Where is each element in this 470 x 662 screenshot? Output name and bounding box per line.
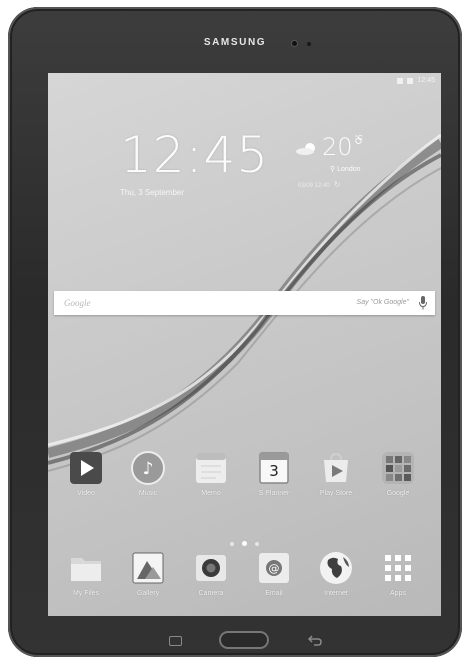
svg-text:♪: ♪ — [143, 459, 154, 479]
page-dot-active[interactable] — [242, 541, 247, 546]
app-camera[interactable]: Camera — [181, 551, 241, 597]
page-dot[interactable] — [230, 542, 234, 546]
temperature-unit: °C — [355, 135, 363, 142]
app-memo[interactable]: Memo — [181, 451, 241, 497]
location-name: London — [337, 166, 361, 173]
app-label-google: Google — [386, 490, 410, 497]
battery-icon — [407, 77, 414, 84]
app-label-memo: Memo — [201, 490, 221, 497]
home-button[interactable] — [219, 631, 269, 649]
microphone-icon[interactable] — [419, 296, 427, 310]
app-label-internet: Internet — [324, 590, 348, 597]
app-label-gallery: Gallery — [136, 590, 160, 597]
app-gallery[interactable]: Gallery — [118, 551, 178, 597]
voice-search-hint: Say "Ok Google" — [356, 299, 409, 306]
google-search-bar[interactable]: Google Say "Ok Google" — [54, 291, 435, 315]
weather-location: ⚲ London — [330, 165, 361, 173]
app-label-camera: Camera — [198, 590, 224, 597]
app-label-music: Music — [138, 490, 158, 497]
folder-icon — [69, 551, 103, 585]
google-folder-icon — [381, 451, 415, 485]
update-time-label: 03/09 12:40 — [298, 183, 330, 189]
light-sensor — [307, 42, 311, 46]
front-camera — [292, 41, 297, 46]
app-internet[interactable]: Internet — [306, 551, 366, 597]
app-label-email: Email — [265, 590, 283, 597]
tablet-frame: SAMSUNG 12:45 12:45 Thu, 3 September 20°… — [8, 7, 462, 657]
refresh-icon[interactable]: ↻ — [334, 180, 341, 189]
app-play-store[interactable]: Play Store — [306, 451, 366, 497]
music-icon: ♪ — [131, 451, 165, 485]
app-music[interactable]: ♪ Music — [118, 451, 178, 497]
app-s-planner[interactable]: 3 S Planner — [244, 451, 304, 497]
gallery-icon — [131, 551, 165, 585]
app-video[interactable]: Video — [56, 451, 116, 497]
app-label-play-store: Play Store — [319, 490, 353, 497]
apps-grid-icon — [381, 551, 415, 585]
svg-text:@: @ — [269, 562, 280, 575]
google-logo: Google — [64, 298, 91, 308]
page-indicator — [48, 533, 441, 551]
email-icon: @ — [257, 551, 291, 585]
video-icon — [69, 451, 103, 485]
camera-icon — [194, 551, 228, 585]
app-label-s-planner: S Planner — [258, 490, 290, 497]
app-label-video: Video — [77, 490, 95, 497]
calendar-day: 3 — [269, 462, 279, 480]
play-store-icon — [319, 451, 353, 485]
partly-cloudy-icon — [296, 143, 315, 155]
status-time: 12:45 — [417, 77, 435, 84]
app-my-files[interactable]: My Files — [56, 551, 116, 597]
clock-widget[interactable]: 12:45 — [120, 126, 269, 184]
globe-icon — [319, 551, 353, 585]
location-pin-icon: ⚲ — [330, 166, 336, 173]
brand-logo: SAMSUNG — [203, 37, 267, 48]
memo-icon — [194, 451, 228, 485]
calendar-icon: 3 — [257, 451, 291, 485]
app-google-folder[interactable]: Google — [368, 451, 428, 497]
app-email[interactable]: @ Email — [244, 551, 304, 597]
app-apps[interactable]: Apps — [368, 551, 428, 597]
weather-updated: 03/09 12:40 ↻ — [298, 180, 340, 189]
app-label-my-files: My Files — [72, 590, 100, 597]
wifi-icon — [397, 77, 404, 84]
status-bar: 12:45 — [397, 77, 435, 84]
page-dot[interactable] — [255, 542, 259, 546]
date-label: Thu, 3 September — [120, 188, 185, 197]
recent-apps-icon[interactable] — [169, 636, 182, 646]
app-label-apps: Apps — [390, 590, 406, 597]
back-icon[interactable] — [308, 634, 322, 646]
hardware-nav-bar — [8, 627, 462, 657]
home-screen: 12:45 12:45 Thu, 3 September 20° °C ⚲ Lon… — [48, 73, 441, 616]
